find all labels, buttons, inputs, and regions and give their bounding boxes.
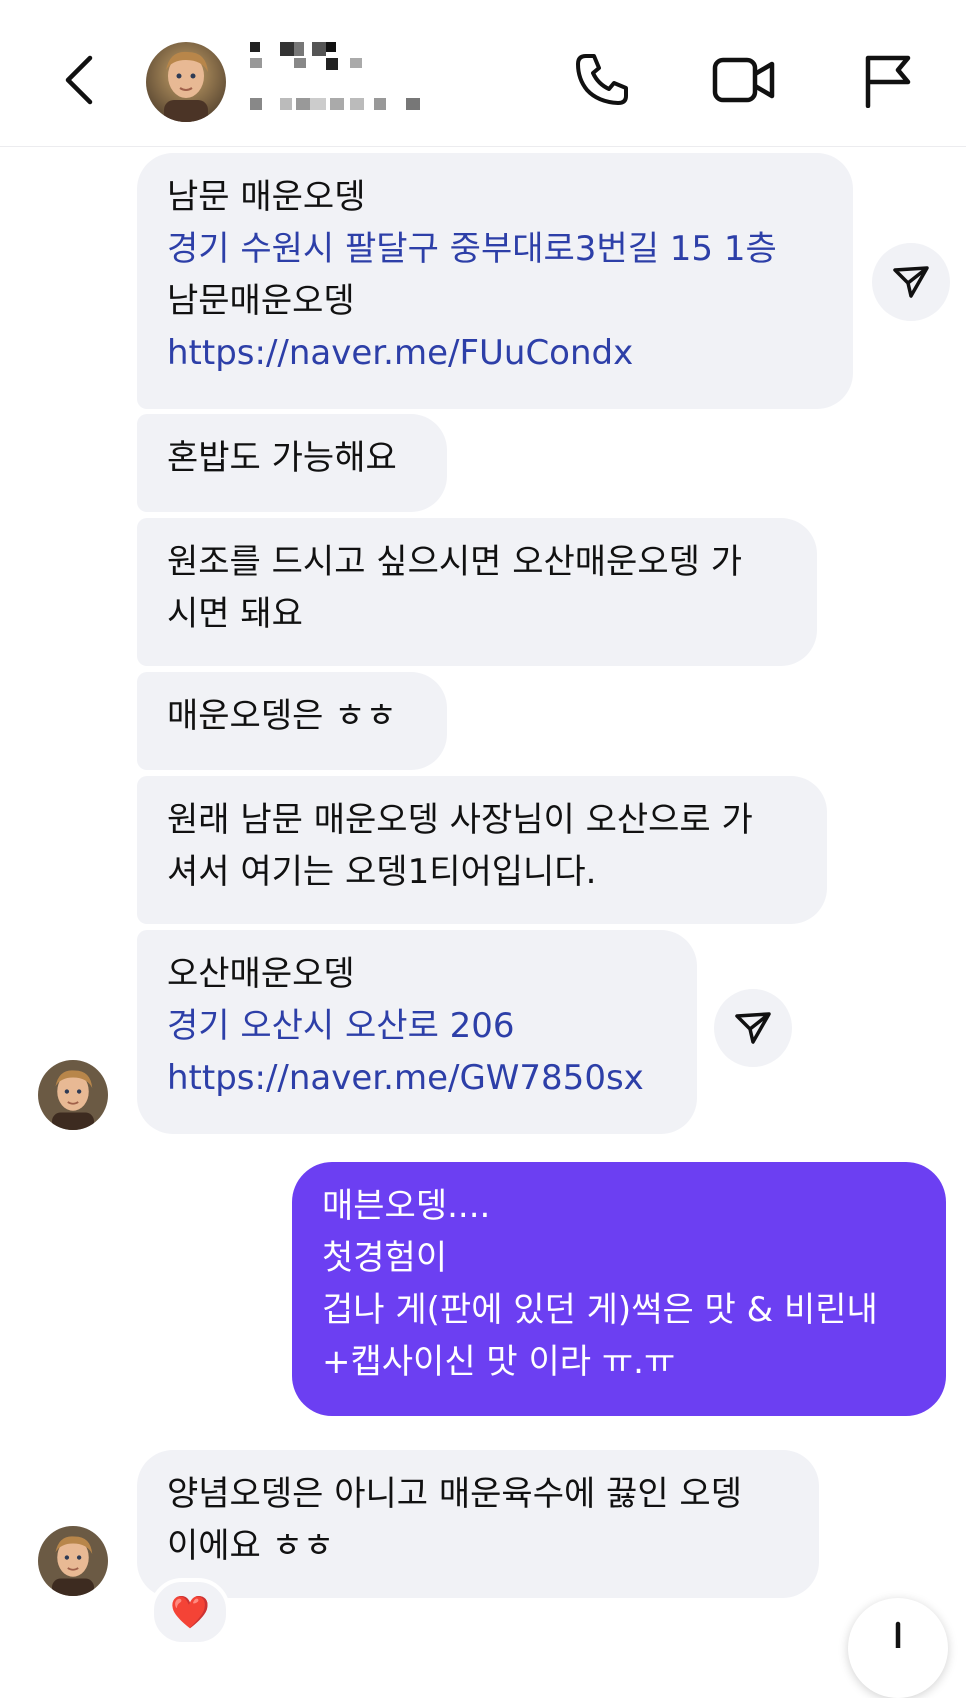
message-bubble-outgoing[interactable]: 매븐오뎅.... 첫경험이 겁나 게(판에 있던 게)썩은 맛 & 비린내 +캡… <box>292 1162 946 1416</box>
scroll-to-bottom-button[interactable] <box>848 1598 948 1698</box>
message-text: 겁나 게(판에 있던 게)썩은 맛 & 비린내 <box>322 1290 878 1330</box>
message-text: +캡사이신 맛 이라 ㅠ.ㅠ <box>322 1342 676 1382</box>
send-icon <box>893 266 929 298</box>
heart-reaction[interactable]: ❤️ <box>150 1578 230 1646</box>
message-bubble-incoming[interactable]: 남문 매운오뎅 경기 수원시 팔달구 중부대로3번길 15 1층 남문매운오뎅 … <box>137 153 853 409</box>
message-text: 셔서 여기는 오뎅1티어입니다. <box>167 852 597 892</box>
flag-icon <box>865 55 911 108</box>
arrow-down-icon <box>895 1621 901 1648</box>
message-text: 남문 매운오뎅 <box>167 177 366 217</box>
message-bubble-incoming[interactable]: 원래 남문 매운오뎅 사장님이 오산으로 가 셔서 여기는 오뎅1티어입니다. <box>137 776 827 924</box>
address-link[interactable]: 경기 오산시 오산로 206 <box>167 1000 667 1052</box>
chat-header <box>0 0 966 147</box>
send-icon <box>735 1012 771 1044</box>
heart-icon: ❤️ <box>170 1593 210 1631</box>
chevron-left-icon <box>65 55 93 105</box>
contact-avatar-small[interactable] <box>38 1060 108 1130</box>
message-bubble-incoming[interactable]: 혼밥도 가능해요 <box>137 414 447 512</box>
share-button[interactable] <box>872 243 950 321</box>
contact-avatar-small[interactable] <box>38 1526 108 1596</box>
message-text: 첫경험이 <box>322 1238 448 1278</box>
message-bubble-incoming[interactable]: 양념오뎅은 아니고 매운육수에 끓인 오뎅 이에요 ㅎㅎ <box>137 1450 819 1598</box>
report-button[interactable] <box>852 44 924 116</box>
message-text: 남문매운오뎅 <box>167 281 355 321</box>
message-text: 오산매운오뎅 <box>167 954 355 994</box>
message-bubble-incoming[interactable]: 원조를 드시고 싶으시면 오산매운오뎅 가 시면 돼요 <box>137 518 817 666</box>
message-text: 양념오뎅은 아니고 매운육수에 끓인 오뎅 <box>167 1474 742 1514</box>
message-bubble-incoming[interactable]: 오산매운오뎅 경기 오산시 오산로 206 https://naver.me/G… <box>137 930 697 1134</box>
video-camera-icon <box>712 57 775 103</box>
address-link[interactable]: 경기 수원시 팔달구 중부대로3번길 15 1층 <box>167 223 823 275</box>
message-bubble-incoming[interactable]: 매운오뎅은 ㅎㅎ <box>137 672 447 770</box>
url-link[interactable]: https://naver.me/FUuCondx <box>167 327 823 379</box>
phone-icon <box>576 54 628 105</box>
contact-avatar[interactable] <box>146 42 226 122</box>
voice-call-button[interactable] <box>566 44 638 116</box>
url-link[interactable]: https://naver.me/GW7850sx <box>167 1052 667 1104</box>
contact-name-pixelated <box>250 40 440 120</box>
message-text: 매븐오뎅.... <box>322 1186 491 1226</box>
back-button[interactable] <box>48 40 112 120</box>
share-button[interactable] <box>714 989 792 1067</box>
message-text: 혼밥도 가능해요 <box>167 438 397 478</box>
video-call-button[interactable] <box>704 44 784 116</box>
message-text: 시면 돼요 <box>167 594 303 634</box>
message-text: 이에요 ㅎㅎ <box>167 1526 335 1566</box>
message-text: 원래 남문 매운오뎅 사장님이 오산으로 가 <box>167 800 753 840</box>
message-text: 매운오뎅은 ㅎㅎ <box>167 696 397 736</box>
message-text: 원조를 드시고 싶으시면 오산매운오뎅 가 <box>167 542 742 582</box>
